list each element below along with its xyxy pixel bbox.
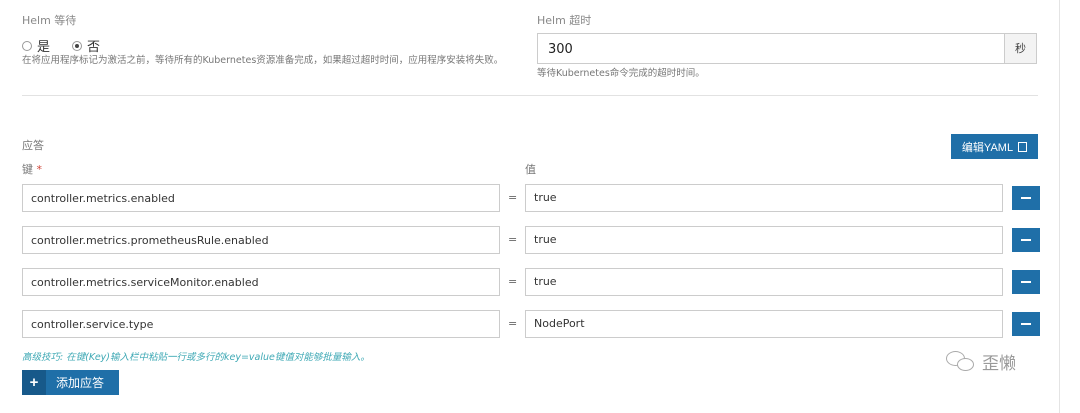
add-answer-button[interactable]: + 添加应答 (22, 370, 119, 395)
required-mark: * (36, 163, 43, 176)
equals-sign: = (508, 275, 518, 288)
app-config-form: Helm 等待 是 否 在将应用程序标记为激活之前，等待所有的Kubernete… (0, 0, 1060, 413)
watermark-text: 歪懒 (982, 354, 1016, 374)
radio-yes-circle[interactable] (22, 40, 32, 51)
answer-key-input[interactable]: controller.service.type (22, 310, 500, 338)
answer-key-input[interactable]: controller.metrics.prometheusRule.enable… (22, 226, 500, 254)
key-column-header: 键 * (22, 161, 42, 177)
helm-wait-help: 在将应用程序标记为激活之前，等待所有的Kubernetes资源准备完成，如果超过… (22, 55, 504, 66)
answer-value-input[interactable]: true (525, 184, 1003, 212)
radio-yes-label: 是 (37, 40, 51, 55)
answer-row: controller.metrics.enabled = true (0, 184, 1060, 214)
edit-yaml-button[interactable]: 编辑YAML (951, 134, 1038, 159)
helm-timeout-unit: 秒 (1005, 33, 1037, 64)
plus-icon: + (22, 370, 46, 395)
edit-yaml-label: 编辑YAML (961, 141, 1014, 154)
equals-sign: = (508, 317, 518, 330)
radio-no[interactable]: 否 (72, 36, 100, 55)
answer-key-input[interactable]: controller.metrics.serviceMonitor.enable… (22, 268, 500, 296)
answer-value-input[interactable]: true (525, 268, 1003, 296)
helm-timeout-label: Helm 超时 (537, 14, 592, 27)
watermark: 歪懒 (946, 349, 1016, 374)
equals-sign: = (508, 233, 518, 246)
section-divider (22, 95, 1038, 96)
remove-answer-button[interactable] (1012, 228, 1040, 252)
copy-icon (1018, 141, 1028, 152)
value-column-header: 值 (525, 163, 536, 176)
helm-wait-label: Helm 等待 (22, 14, 77, 27)
remove-answer-button[interactable] (1012, 186, 1040, 210)
equals-sign: = (508, 191, 518, 204)
remove-answer-button[interactable] (1012, 312, 1040, 336)
radio-no-circle[interactable] (72, 40, 83, 51)
helm-timeout-help: 等待Kubernetes命令完成的超时时间。 (537, 68, 705, 79)
radio-no-label: 否 (87, 40, 101, 55)
remove-answer-button[interactable] (1012, 270, 1040, 294)
answer-key-input[interactable]: controller.metrics.enabled (22, 184, 500, 212)
key-header-label: 键 (22, 163, 33, 176)
answer-row: controller.service.type = NodePort (0, 310, 1060, 340)
answer-row: controller.metrics.serviceMonitor.enable… (0, 268, 1060, 298)
answer-value-input[interactable]: true (525, 226, 1003, 254)
helm-wait-radio-group: 是 否 (22, 36, 100, 55)
answer-value-input[interactable]: NodePort (525, 310, 1003, 338)
answers-title: 应答 (22, 139, 44, 152)
add-answer-label: 添加应答 (56, 376, 105, 390)
radio-yes[interactable]: 是 (22, 36, 50, 55)
answer-row: controller.metrics.prometheusRule.enable… (0, 226, 1060, 256)
wechat-icon (946, 350, 976, 373)
helm-timeout-input[interactable]: 300 (537, 33, 1005, 64)
advanced-tip: 高级技巧: 在键(Key)输入栏中粘贴一行或多行的key=value键值对能够批… (22, 352, 370, 363)
